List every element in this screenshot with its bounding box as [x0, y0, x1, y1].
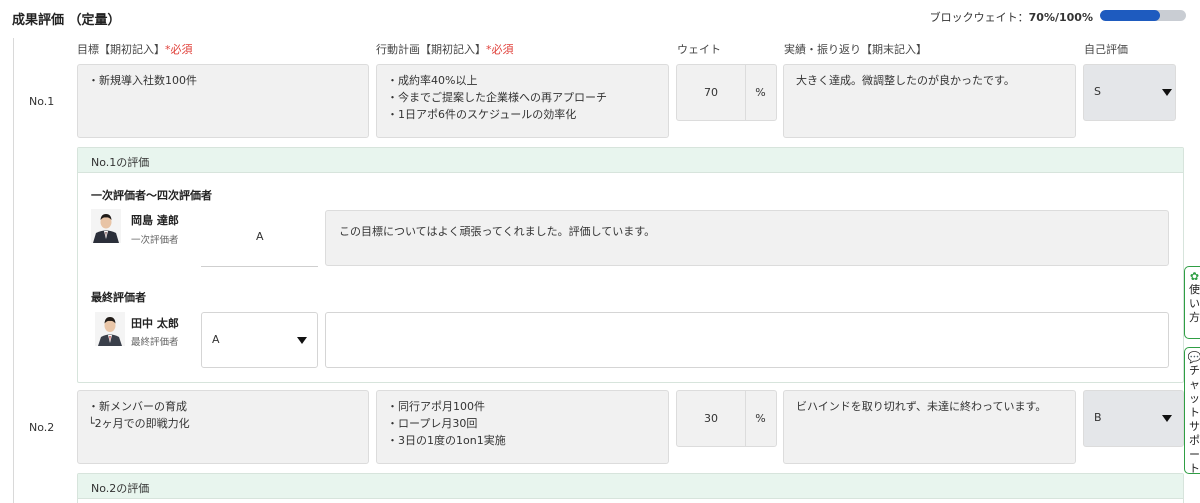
chevron-down-icon — [1162, 415, 1172, 422]
block-weight-label: ブロックウェイト：70%/100% — [929, 11, 1093, 24]
avatar — [91, 209, 121, 243]
chat-support-label: チャットサポート — [1189, 364, 1200, 475]
plan-field[interactable]: ・同行アポ月100件 ・ロープレ月30回 ・3日の1度の1on1実施 — [376, 390, 669, 464]
self-eval-select[interactable]: S — [1083, 64, 1176, 121]
section-title: 成果評価 （定量） — [12, 13, 121, 28]
avatar — [95, 312, 125, 346]
goal-field[interactable]: ・新メンバーの育成 └2ヶ月での即戦力化 — [77, 390, 369, 464]
usage-guide-tab[interactable]: ✿ 使い方 — [1184, 266, 1200, 339]
final-grade-select[interactable]: A — [201, 312, 318, 368]
block-weight-progress-fill — [1100, 10, 1161, 21]
usage-guide-label: 使い方 — [1189, 283, 1200, 324]
final-comment-input[interactable] — [325, 312, 1169, 368]
column-plan: 行動計画【期初記入】*必須 — [376, 43, 514, 56]
self-eval-select[interactable]: B — [1083, 390, 1184, 447]
row-number: No.2 — [29, 421, 55, 434]
column-goal: 目標【期初記入】*必須 — [77, 43, 193, 56]
evaluator-role: 一次評価者 — [131, 235, 179, 246]
column-weight: ウェイト — [677, 43, 721, 56]
goal-field[interactable]: ・新規導入社数100件 — [77, 64, 369, 138]
column-self-eval: 自己評価 — [1084, 43, 1128, 56]
result-field[interactable]: 大きく達成。微調整したのが良かったです。 — [783, 64, 1076, 138]
evaluator-role: 最終評価者 — [131, 337, 179, 348]
left-divider — [13, 38, 14, 503]
column-result: 実績・振り返り【期末記入】 — [784, 43, 927, 56]
weight-value: 30 — [677, 391, 746, 446]
weight-unit: % — [755, 86, 766, 99]
weight-field[interactable]: 30 % — [676, 390, 777, 447]
chat-support-tab[interactable]: 💬 チャットサポート — [1184, 347, 1200, 475]
evaluation-panel-title: No.1の評価 — [78, 148, 1183, 173]
block-weight-value: 70%/100% — [1028, 11, 1093, 24]
weight-field[interactable]: 70 % — [676, 64, 777, 121]
weight-unit: % — [755, 412, 766, 425]
primary-grade: A — [201, 210, 318, 267]
evaluation-panel: No.2の評価 — [77, 473, 1184, 503]
evaluator-name: 岡島 達郎 — [131, 214, 179, 227]
chevron-down-icon — [1162, 89, 1172, 96]
evaluator-name: 田中 太郎 — [131, 317, 179, 330]
weight-value: 70 — [677, 65, 746, 120]
final-evaluator-label: 最終評価者 — [91, 291, 146, 304]
row-number: No.1 — [29, 95, 55, 108]
gear-icon: ✿ — [1189, 270, 1200, 283]
chevron-down-icon — [297, 337, 307, 344]
primary-evaluators-label: 一次評価者〜四次評価者 — [91, 189, 212, 202]
primary-comment: この目標についてはよく頑張ってくれました。評価しています。 — [325, 210, 1169, 266]
block-weight-progress — [1100, 10, 1186, 21]
chat-icon: 💬 — [1187, 351, 1200, 364]
plan-field[interactable]: ・成約率40%以上 ・今までご提案した企業様への再アプローチ ・1日アポ6件のス… — [376, 64, 669, 138]
evaluation-panel-title: No.2の評価 — [78, 474, 1183, 499]
result-field[interactable]: ビハインドを取り切れず、未達に終わっています。 — [783, 390, 1076, 464]
